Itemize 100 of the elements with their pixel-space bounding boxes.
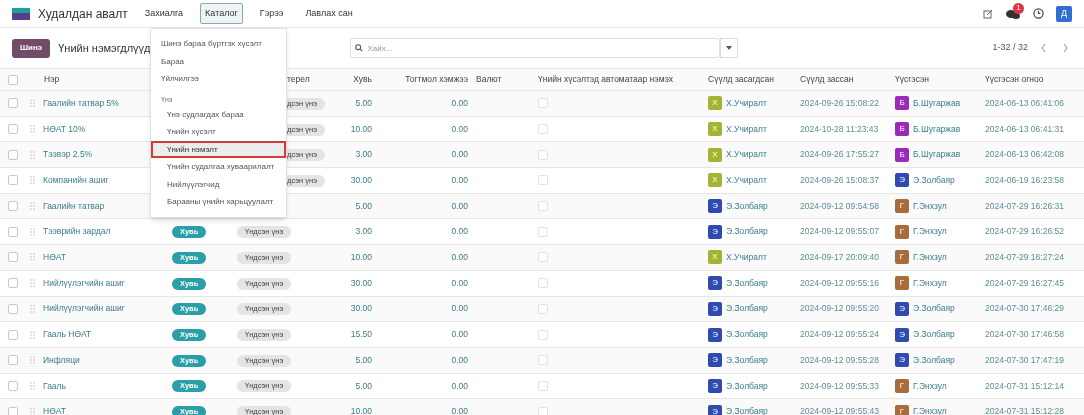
drag-handle-icon[interactable] xyxy=(30,227,35,236)
checkbox[interactable] xyxy=(8,380,18,391)
menu-item[interactable]: Үнийн судалгаа хуваарилалт xyxy=(151,158,286,176)
menu-tab[interactable]: Гэрээ xyxy=(254,2,289,25)
user-name[interactable]: Х.Учиралт xyxy=(726,174,767,187)
clock-icon[interactable] xyxy=(1033,8,1044,19)
user-name[interactable]: Э.Золбаяр xyxy=(726,302,768,316)
checkbox[interactable] xyxy=(8,124,18,135)
checkbox[interactable] xyxy=(538,380,548,391)
fixed-amount-cell-text: 0.00 xyxy=(450,379,469,393)
drag-handle-icon[interactable] xyxy=(30,407,35,415)
menu-item[interactable]: Бараа xyxy=(151,52,286,70)
user-name[interactable]: Х.Учиралт xyxy=(726,122,767,136)
user-name[interactable]: Б.Шугаржав xyxy=(913,122,961,136)
user-name[interactable]: Э.Золбаяр xyxy=(726,353,768,367)
edit-icon[interactable] xyxy=(983,8,993,19)
app-name[interactable]: Худалдан авалт xyxy=(38,4,128,23)
menu-item[interactable]: Нийлүүлэгчид xyxy=(151,175,286,193)
menu-tab[interactable]: Захиалга xyxy=(139,2,189,25)
checkbox[interactable] xyxy=(538,329,548,340)
checkbox[interactable] xyxy=(8,74,18,85)
checkbox[interactable] xyxy=(538,98,548,109)
menu-tab[interactable]: Лавлах сан xyxy=(300,2,358,25)
user-name[interactable]: Г.Энхзул xyxy=(913,225,947,239)
user-name[interactable]: Г.Энхзул xyxy=(913,405,947,415)
date-cell-text: 2024-09-12 09:55:16 xyxy=(799,276,880,290)
menu-tab[interactable]: Каталог xyxy=(200,2,243,25)
user-name[interactable]: Б.Шугаржав xyxy=(913,96,961,110)
checkbox[interactable] xyxy=(8,303,18,314)
checkbox[interactable] xyxy=(8,149,18,160)
search-options-toggle[interactable] xyxy=(720,38,739,58)
column-header[interactable]: Үүсгэсэн xyxy=(887,73,977,86)
checkbox[interactable] xyxy=(8,278,18,289)
user-name[interactable]: Э.Золбаяр xyxy=(726,328,768,341)
drag-handle-icon[interactable] xyxy=(30,176,35,185)
user-name[interactable]: Б.Шугаржав xyxy=(913,148,961,162)
column-header[interactable]: Тогтмол хэмжээ xyxy=(376,73,472,86)
checkbox[interactable] xyxy=(538,278,548,289)
checkbox[interactable] xyxy=(538,406,548,415)
checkbox[interactable] xyxy=(8,175,18,186)
drag-handle-icon[interactable] xyxy=(30,99,35,108)
user-name[interactable]: Х.Учиралт xyxy=(726,251,767,264)
menu-item[interactable]: Үнийн нэмэлт xyxy=(151,140,286,158)
user-name[interactable]: Э.Золбаяр xyxy=(726,225,768,239)
drag-handle-icon[interactable] xyxy=(30,356,35,365)
checkbox[interactable] xyxy=(538,175,548,186)
checkbox[interactable] xyxy=(538,252,548,263)
column-header[interactable]: Үнийн хүсэлтэд автоматаар нэмэх xyxy=(530,73,700,86)
search-field[interactable]: Хайх... xyxy=(350,38,721,58)
pager-range[interactable]: 1-32 / 32 xyxy=(992,41,1028,55)
checkbox[interactable] xyxy=(8,98,18,109)
column-header[interactable]: Валют xyxy=(472,73,530,86)
user-name[interactable]: Э.Золбаяр xyxy=(913,302,955,316)
avatar: Э xyxy=(708,378,722,393)
user-name[interactable]: Г.Энхзул xyxy=(913,276,947,290)
user-name[interactable]: Г.Энхзул xyxy=(913,199,947,213)
user-name[interactable]: Э.Золбаяр xyxy=(913,328,955,341)
menu-item[interactable]: Үнэ судлагдах бараа xyxy=(151,105,286,123)
user-avatar[interactable]: Д xyxy=(1056,5,1072,22)
drag-handle-icon[interactable] xyxy=(30,381,35,390)
checkbox[interactable] xyxy=(538,124,548,135)
column-header[interactable]: Хувь xyxy=(330,73,376,86)
drag-handle-icon[interactable] xyxy=(30,330,35,339)
menu-item[interactable]: Шинэ бараа бүртгэх хүсэлт xyxy=(151,35,286,53)
user-name[interactable]: Э.Золбаяр xyxy=(726,405,768,415)
column-header[interactable]: Үүсгэсэн огноо xyxy=(977,73,1084,86)
user-name[interactable]: Э.Золбаяр xyxy=(726,379,768,393)
drag-handle-icon[interactable] xyxy=(30,253,35,262)
menu-item[interactable]: Үйлчилгээ xyxy=(151,70,286,88)
checkbox[interactable] xyxy=(538,201,548,212)
drag-handle-icon[interactable] xyxy=(30,279,35,288)
checkbox[interactable] xyxy=(538,355,548,366)
menu-item[interactable]: Үнийн хүсэлт xyxy=(151,123,286,141)
drag-handle-icon[interactable] xyxy=(30,150,35,159)
checkbox[interactable] xyxy=(8,329,18,340)
user-name[interactable]: Г.Энхзул xyxy=(913,251,947,264)
name-cell: Гаалийн татвар 5% xyxy=(43,96,119,110)
checkbox[interactable] xyxy=(8,252,18,263)
column-header[interactable]: Сүүлд засагдсан xyxy=(700,73,792,86)
user-name[interactable]: Х.Учиралт xyxy=(726,148,767,162)
user-name[interactable]: Э.Золбаяр xyxy=(913,353,955,367)
checkbox[interactable] xyxy=(538,303,548,314)
drag-handle-icon[interactable] xyxy=(30,125,35,134)
user-name[interactable]: Э.Золбаяр xyxy=(726,276,768,290)
checkbox[interactable] xyxy=(8,406,18,415)
column-header[interactable]: Сүүлд зассан xyxy=(792,73,887,86)
app-logo-icon[interactable] xyxy=(12,7,30,20)
checkbox[interactable] xyxy=(538,149,548,160)
user-name[interactable]: Г.Энхзул xyxy=(913,379,947,393)
drag-handle-icon[interactable] xyxy=(30,202,35,211)
user-name[interactable]: Э.Золбаяр xyxy=(726,199,768,213)
user-name[interactable]: Х.Учиралт xyxy=(726,96,767,110)
menu-item[interactable]: Барааны үнийн харьцуулалт xyxy=(151,193,286,211)
new-button[interactable]: Шинэ xyxy=(12,38,51,58)
checkbox[interactable] xyxy=(538,226,548,237)
user-name[interactable]: Э.Золбаяр xyxy=(913,174,955,187)
drag-handle-icon[interactable] xyxy=(30,304,35,313)
checkbox[interactable] xyxy=(8,226,18,237)
checkbox[interactable] xyxy=(8,201,18,212)
checkbox[interactable] xyxy=(8,355,18,366)
